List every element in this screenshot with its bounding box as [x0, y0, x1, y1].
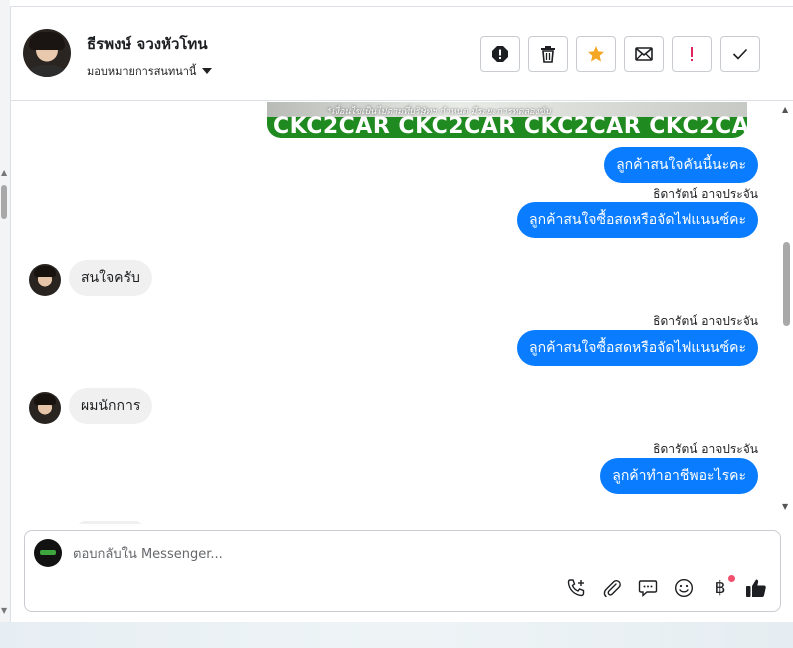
- avatar-hair: [29, 32, 65, 50]
- outgoing-message[interactable]: ลูกค้าสนใจซื้อสดหรือจัดไฟแนนซ์คะ: [517, 202, 758, 238]
- scrollbar-thumb[interactable]: [1, 185, 7, 219]
- like-icon: [746, 579, 766, 597]
- star-button[interactable]: [576, 36, 616, 72]
- scroll-up-arrow-icon[interactable]: ▲: [782, 105, 788, 114]
- contact-name[interactable]: ธีรพงษ์ จวงหัวโทน: [87, 32, 208, 56]
- emoji-button[interactable]: [673, 577, 695, 599]
- mark-spam-button[interactable]: [480, 36, 520, 72]
- message-list[interactable]: *เงื่อนไขเป็นไปตามที่บริษัทฯ กำหนด มีระย…: [11, 102, 793, 524]
- scroll-up-arrow-icon[interactable]: ▲: [1, 168, 7, 177]
- saved-reply-icon: [638, 580, 658, 598]
- incoming-message-partial: [77, 521, 143, 524]
- scroll-down-arrow-icon[interactable]: ▼: [782, 502, 788, 511]
- mail-icon: [635, 47, 653, 61]
- sender-name: ธิดารัตน์ อาจประจัน: [653, 314, 758, 328]
- conversation-panel: ธีรพงษ์ จวงหัวโทน มอบหมายการสนทนานี้ *เง…: [10, 6, 793, 622]
- important-icon: [691, 47, 693, 61]
- star-icon: [588, 46, 604, 62]
- conversation-header: ธีรพงษ์ จวงหัวโทน มอบหมายการสนทนานี้: [11, 7, 793, 101]
- spam-icon: [492, 46, 508, 62]
- page-avatar: [34, 539, 62, 567]
- outgoing-message[interactable]: ลูกค้าสนใจคันนี้นะคะ: [604, 147, 758, 183]
- message-scrollbar[interactable]: ▲ ▼: [779, 102, 793, 516]
- mark-important-button[interactable]: [672, 36, 712, 72]
- reply-input[interactable]: [73, 544, 673, 564]
- outgoing-message[interactable]: ลูกค้าทำอาชีพอะไรคะ: [600, 458, 758, 494]
- incoming-message[interactable]: สนใจครับ: [69, 260, 152, 296]
- mark-done-button[interactable]: [720, 36, 760, 72]
- contact-avatar[interactable]: [23, 29, 71, 77]
- payment-icon: ฿: [714, 578, 726, 598]
- avatar-shirt: [27, 65, 67, 77]
- emoji-icon: [674, 578, 694, 598]
- page-logo: [40, 550, 56, 555]
- notification-dot: [728, 575, 735, 582]
- conversation-actions: [480, 36, 760, 72]
- messenger-inbox: ▲ ▼ ธีรพงษ์ จวงหัวโทน มอบหมายการสนทนานี้: [0, 0, 793, 648]
- shared-image-attachment[interactable]: *เงื่อนไขเป็นไปตามที่บริษัทฯ กำหนด มีระย…: [267, 102, 747, 138]
- assign-conversation-dropdown[interactable]: มอบหมายการสนทนานี้: [87, 62, 213, 80]
- page-scrollbar[interactable]: ▲ ▼: [0, 0, 10, 622]
- assign-label: มอบหมายการสนทนานี้: [87, 65, 197, 78]
- reply-composer: ฿: [24, 530, 781, 612]
- scrollbar-thumb[interactable]: [783, 242, 790, 326]
- banner-big-text: CKC2CAR CKC2CAR CKC2CAR CKC2CAR CKC2: [273, 114, 747, 138]
- delete-button[interactable]: [528, 36, 568, 72]
- call-add-icon: [567, 579, 585, 597]
- attachment-icon: [603, 580, 621, 598]
- incoming-message[interactable]: ผมนักการ: [69, 388, 153, 424]
- saved-replies-button[interactable]: [637, 577, 659, 599]
- window-bottom-strip: [0, 622, 793, 648]
- call-add-button[interactable]: [565, 577, 587, 599]
- contact-avatar-small[interactable]: [29, 392, 61, 424]
- outgoing-message[interactable]: ลูกค้าสนใจซื้อสดหรือจัดไฟแนนซ์คะ: [517, 330, 758, 366]
- contact-avatar-small[interactable]: [29, 264, 61, 296]
- scroll-down-arrow-icon[interactable]: ▼: [1, 606, 7, 615]
- attach-file-button[interactable]: [601, 577, 623, 599]
- send-like-button[interactable]: [745, 577, 767, 599]
- avatar-hair: [34, 266, 56, 277]
- payment-button[interactable]: ฿: [709, 575, 735, 599]
- check-icon: [732, 48, 748, 60]
- composer-toolbar: ฿: [565, 575, 767, 599]
- caret-down-icon: [202, 68, 213, 74]
- sender-name: ธิดารัตน์ อาจประจัน: [653, 442, 758, 456]
- mark-unread-button[interactable]: [624, 36, 664, 72]
- avatar-hair: [34, 394, 56, 405]
- trash-icon: [541, 46, 555, 63]
